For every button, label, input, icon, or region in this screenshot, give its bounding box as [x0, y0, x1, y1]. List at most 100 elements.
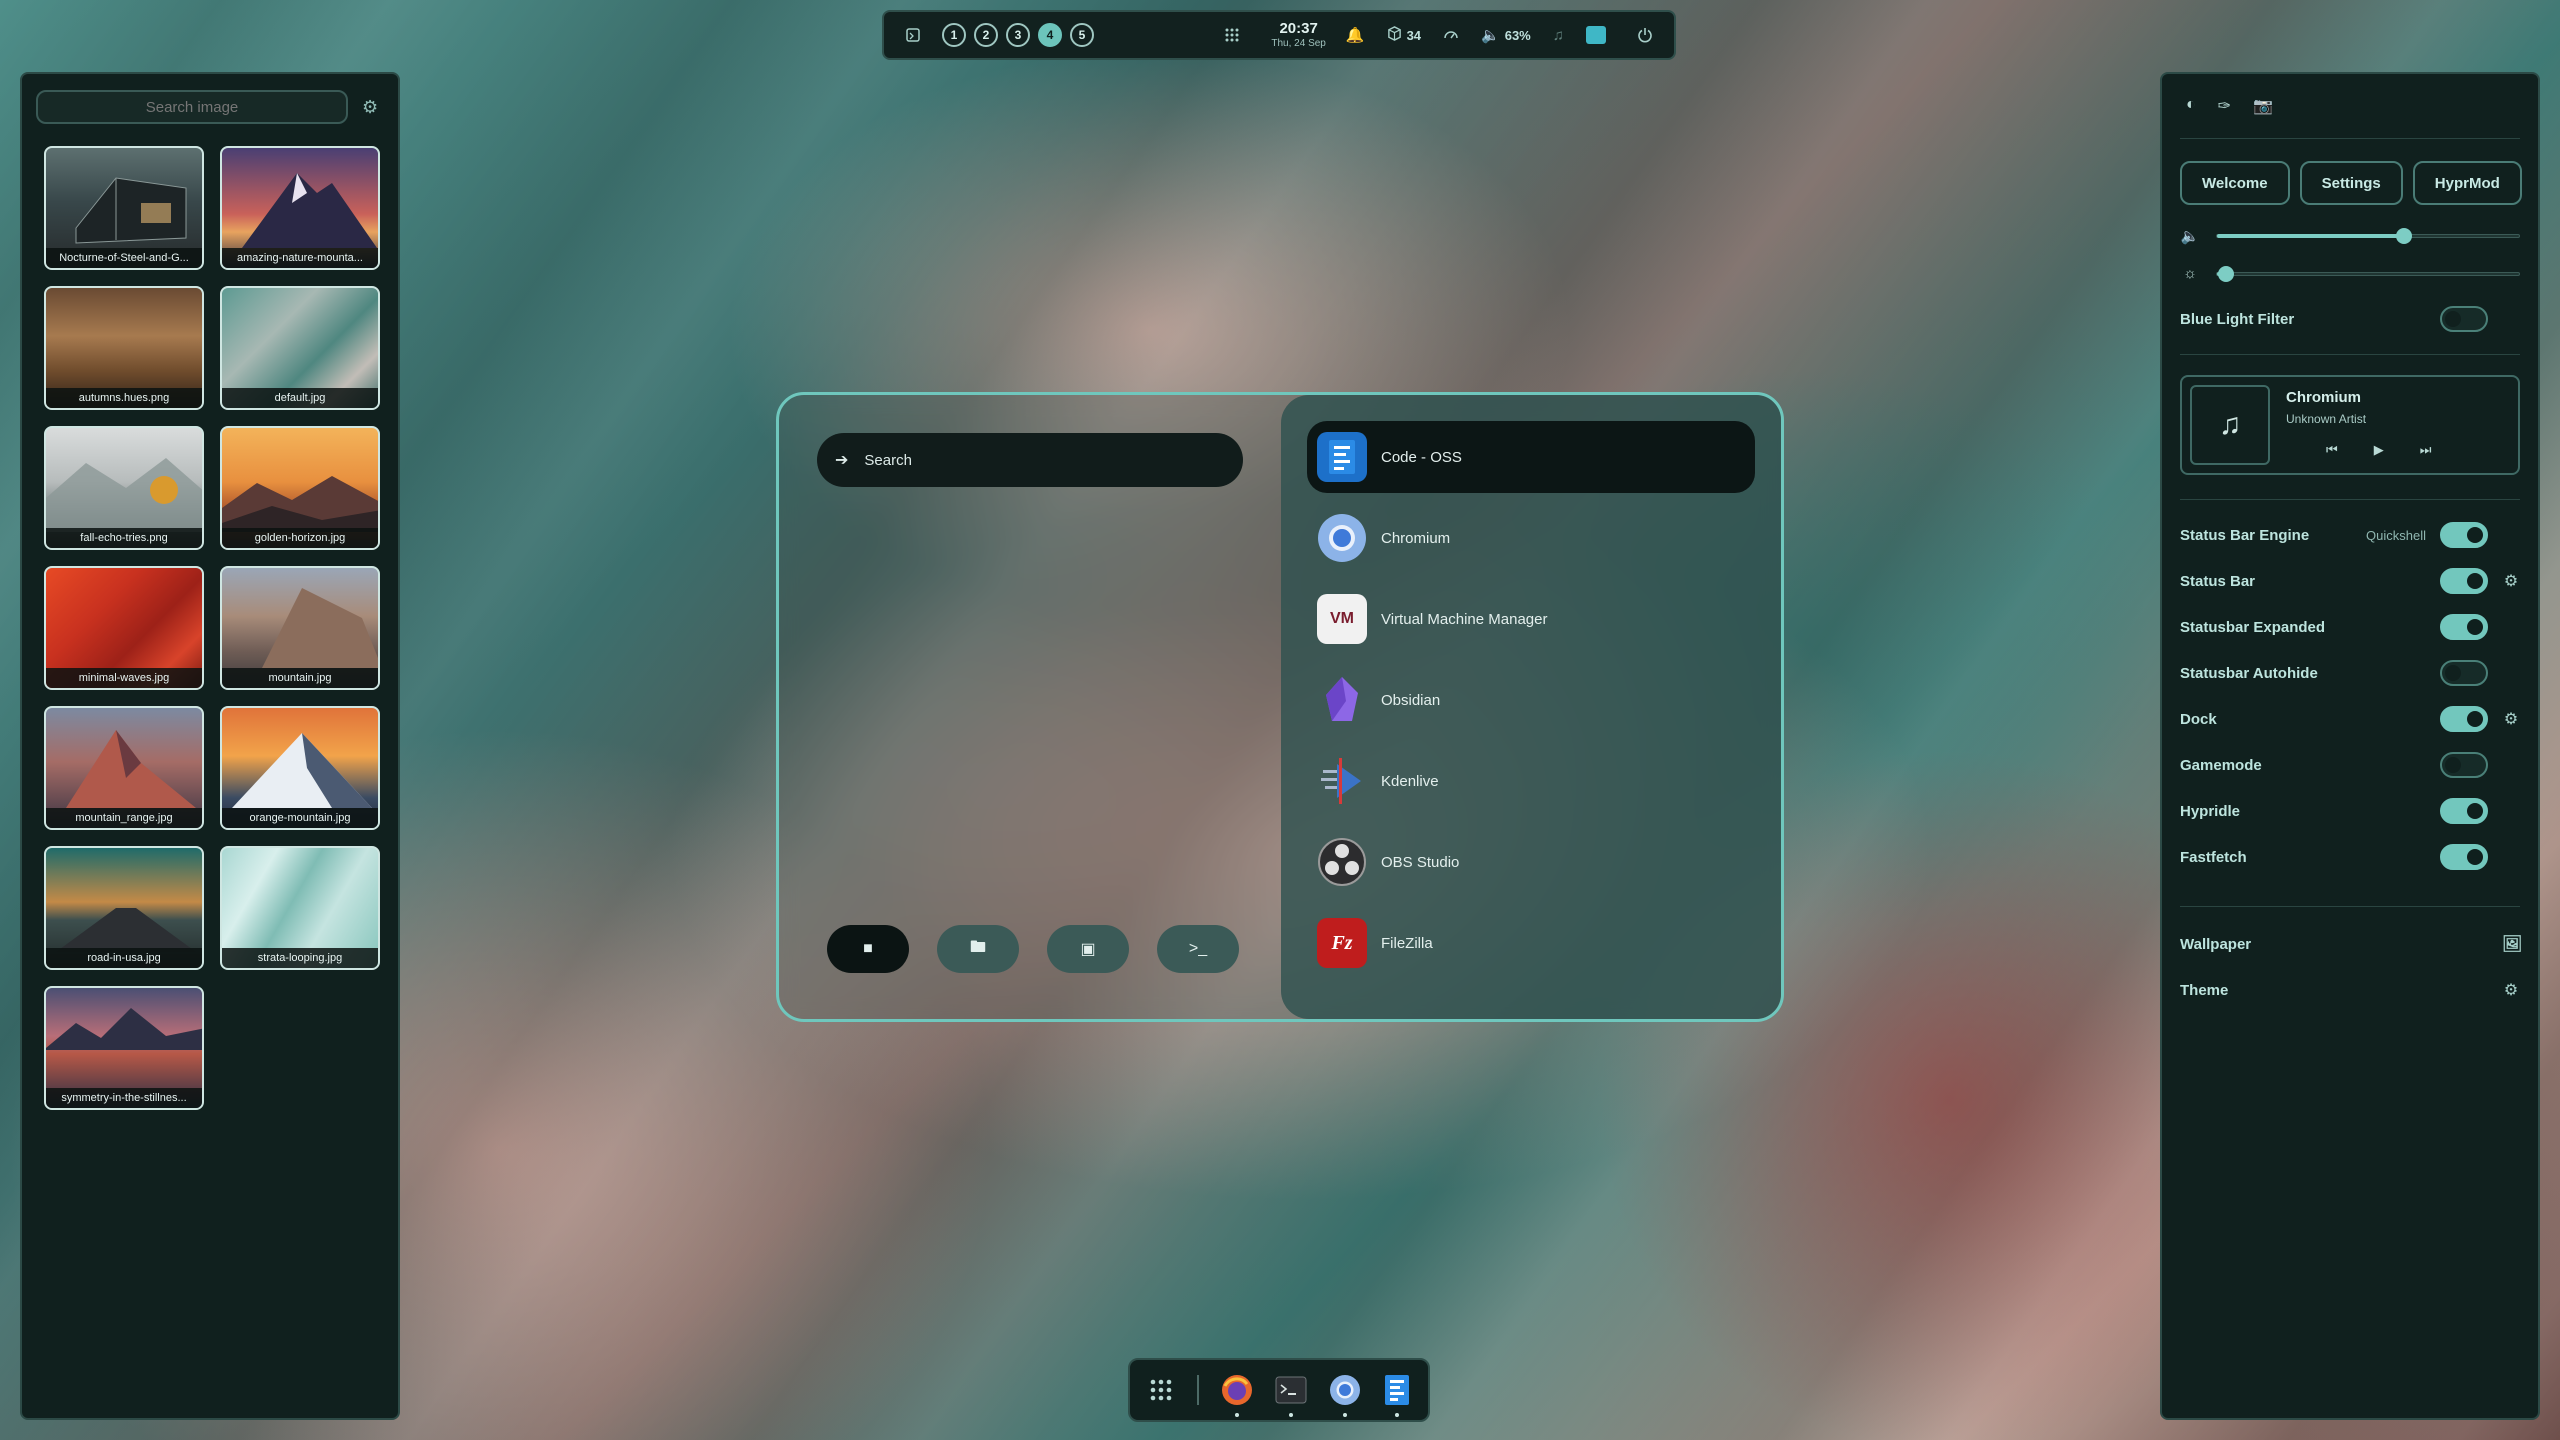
power-icon[interactable]: [1630, 20, 1660, 50]
gear-icon[interactable]: ⚙: [2502, 980, 2520, 1000]
app-item-kdenlive[interactable]: Kdenlive: [1307, 745, 1755, 817]
wallpaper-thumb[interactable]: symmetry-in-the-stillnes...: [44, 986, 204, 1110]
media-button[interactable]: ♫: [1553, 27, 1564, 44]
wallpaper-thumb[interactable]: default.jpg: [220, 286, 380, 410]
wallpaper-name: orange-mountain.jpg: [222, 808, 378, 828]
wallpaper-thumb[interactable]: autumns.hues.png: [44, 286, 204, 410]
gear-icon[interactable]: ⚙: [2502, 709, 2520, 729]
music-note-icon: ♫: [1552, 26, 1564, 44]
status-bar: 1 2 3 4 5 20:37 Thu, 24 Sep 🔔 34 🔈 63% ♫: [882, 10, 1676, 60]
hyprmod-button[interactable]: HyprMod: [2412, 161, 2522, 205]
volume-indicator[interactable]: 🔈 63%: [1481, 26, 1531, 44]
workspace-1[interactable]: 1: [942, 23, 966, 47]
wallpaper-thumb[interactable]: fall-echo-tries.png: [44, 426, 204, 550]
dock-toggle[interactable]: [2440, 706, 2488, 732]
windows-mode-button[interactable]: ▣: [1047, 925, 1129, 973]
gear-icon[interactable]: ⚙: [2502, 571, 2520, 591]
app-grid-icon[interactable]: [1217, 20, 1247, 50]
tray-app-icon[interactable]: [1586, 26, 1606, 44]
volume-slider-row: 🔈: [2180, 227, 2520, 245]
terminal-mode-button[interactable]: >_: [1157, 925, 1239, 973]
media-artist: Unknown Artist: [2286, 412, 2367, 426]
wallpaper-name: symmetry-in-the-stillnes...: [46, 1088, 202, 1108]
workspace-3[interactable]: 3: [1006, 23, 1030, 47]
app-name: OBS Studio: [1381, 853, 1460, 871]
brightness-slider[interactable]: [2216, 265, 2520, 282]
gear-icon[interactable]: ⚙: [362, 97, 378, 118]
settings-button[interactable]: Settings: [2299, 161, 2403, 205]
next-track-icon[interactable]: ⏭: [2420, 442, 2432, 458]
gamemode-toggle[interactable]: [2440, 752, 2488, 778]
apps-mode-button[interactable]: ■: [827, 925, 909, 973]
terminal-icon[interactable]: [1275, 1373, 1307, 1417]
wallpaper-thumb[interactable]: mountain_range.jpg: [44, 706, 204, 830]
package-icon: [1387, 25, 1402, 45]
wallpaper-name: Nocturne-of-Steel-and-G...: [46, 248, 202, 268]
theme-row[interactable]: Theme ⚙: [2180, 967, 2520, 1013]
wallpaper-thumb[interactable]: strata-looping.jpg: [220, 846, 380, 970]
firefox-icon[interactable]: [1221, 1373, 1253, 1417]
updates-indicator[interactable]: 34: [1387, 25, 1421, 45]
color-picker-icon[interactable]: ✑: [2218, 96, 2231, 116]
app-name: Chromium: [1381, 529, 1451, 547]
image-icon[interactable]: 🖼: [2502, 934, 2522, 954]
overview-icon[interactable]: [898, 20, 928, 50]
welcome-button[interactable]: Welcome: [2180, 161, 2290, 205]
previous-track-icon[interactable]: ⏮: [2326, 442, 2338, 458]
chromium-icon[interactable]: [1329, 1373, 1361, 1417]
launcher-search-input[interactable]: [864, 451, 1195, 469]
wallpaper-thumb[interactable]: orange-mountain.jpg: [220, 706, 380, 830]
statusbar-expanded-toggle[interactable]: [2440, 614, 2488, 640]
blue-light-toggle[interactable]: [2440, 306, 2488, 332]
volume-slider[interactable]: [2216, 228, 2520, 244]
music-note-icon: ♫: [2190, 385, 2270, 465]
brightness-slider-knob[interactable]: [2218, 265, 2235, 282]
launcher-search-bar[interactable]: ➔: [817, 433, 1243, 487]
workspace-5[interactable]: 5: [1070, 23, 1094, 47]
toggle-label: Status Bar: [2180, 572, 2256, 590]
status-bar-engine-toggle[interactable]: [2440, 522, 2488, 548]
bell-icon: 🔔: [1345, 27, 1365, 44]
wallpaper-thumb[interactable]: amazing-nature-mounta...: [220, 146, 380, 270]
files-mode-button[interactable]: 🖿: [937, 925, 1019, 973]
camera-icon[interactable]: 📷: [2253, 96, 2273, 116]
toggle-row-status-bar: Status Bar ⚙: [2180, 558, 2520, 604]
chromium-icon: [1317, 513, 1367, 563]
app-item-obsidian[interactable]: Obsidian: [1307, 664, 1755, 736]
wallpaper-name: strata-looping.jpg: [222, 948, 378, 968]
status-bar-toggle[interactable]: [2440, 568, 2488, 594]
statusbar-autohide-toggle[interactable]: [2440, 660, 2488, 686]
wallpaper-thumb[interactable]: mountain.jpg: [220, 566, 380, 690]
notifications-button[interactable]: 🔔: [1346, 26, 1365, 44]
app-item-filezilla[interactable]: Fz FileZilla: [1307, 907, 1755, 979]
app-item-code-oss[interactable]: Code - OSS: [1307, 421, 1755, 493]
package-icon: ■: [863, 940, 873, 957]
app-item-virt-manager[interactable]: VM Virtual Machine Manager: [1307, 583, 1755, 655]
wallpaper-thumb[interactable]: Nocturne-of-Steel-and-G...: [44, 146, 204, 270]
app-grid-icon[interactable]: [1146, 1373, 1175, 1407]
toggle-row-statusbar-expanded: Statusbar Expanded: [2180, 604, 2520, 650]
clock[interactable]: 20:37 Thu, 24 Sep: [1271, 21, 1325, 49]
volume-slider-knob[interactable]: [2396, 228, 2413, 244]
performance-button[interactable]: [1443, 26, 1459, 44]
app-name: Virtual Machine Manager: [1381, 610, 1548, 628]
wallpaper-search-input[interactable]: [36, 90, 348, 124]
wallpaper-name: default.jpg: [222, 388, 378, 408]
workspace-4[interactable]: 4: [1038, 23, 1062, 47]
wallpaper-thumb[interactable]: minimal-waves.jpg: [44, 566, 204, 690]
play-icon[interactable]: ▶: [2374, 442, 2384, 458]
app-item-chromium[interactable]: Chromium: [1307, 502, 1755, 574]
contrast-icon[interactable]: ◐: [2186, 96, 2196, 116]
fastfetch-toggle[interactable]: [2440, 844, 2488, 870]
wallpaper-thumb[interactable]: road-in-usa.jpg: [44, 846, 204, 970]
wallpaper-thumb[interactable]: golden-horizon.jpg: [220, 426, 380, 550]
virt-manager-icon: VM: [1317, 594, 1367, 644]
app-item-obs-studio[interactable]: OBS Studio: [1307, 826, 1755, 898]
wallpaper-row[interactable]: Wallpaper 🖼: [2180, 921, 2522, 967]
workspace-2[interactable]: 2: [974, 23, 998, 47]
running-indicator: [1234, 1413, 1239, 1417]
hypridle-toggle[interactable]: [2440, 798, 2488, 824]
clock-time: 20:37: [1279, 20, 1318, 37]
vscode-icon[interactable]: [1383, 1373, 1412, 1417]
toggle-label: Statusbar Expanded: [2180, 618, 2326, 636]
